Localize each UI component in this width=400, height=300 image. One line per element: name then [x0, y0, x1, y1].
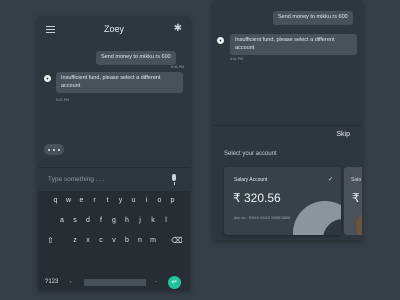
- key-v[interactable]: v: [108, 234, 121, 248]
- key-e[interactable]: e: [75, 194, 88, 208]
- key-a[interactable]: a: [56, 214, 69, 228]
- key-y[interactable]: y: [114, 194, 127, 208]
- key-d[interactable]: d: [82, 214, 95, 228]
- key-z[interactable]: z: [69, 234, 82, 248]
- key-q[interactable]: q: [49, 194, 62, 208]
- key-n[interactable]: n: [134, 234, 147, 248]
- skip-button[interactable]: Skip: [336, 131, 350, 138]
- bot-message-line: account: [235, 44, 255, 51]
- key-w[interactable]: w: [62, 194, 75, 208]
- enter-arrow-icon[interactable]: ↵: [168, 276, 181, 289]
- bot-message-bubble: Insufficient fund, please select a diffe…: [56, 72, 183, 93]
- chat-screen: Zoey ✱ Send money to mikku rs 600 6:41 P…: [38, 16, 190, 290]
- card-title: Sala: [351, 177, 362, 183]
- symbols-key[interactable]: ?123: [45, 279, 58, 285]
- backspace-icon[interactable]: ⌫: [171, 236, 182, 245]
- chat-title: Zoey: [103, 24, 124, 34]
- bot-avatar-icon: ▼: [44, 75, 51, 82]
- keyboard-row-3: z x c v b n m: [38, 234, 190, 248]
- space-key[interactable]: [84, 279, 146, 286]
- shift-arrow-icon[interactable]: ⇧: [47, 236, 54, 245]
- divider: [213, 125, 362, 126]
- microphone-icon[interactable]: [172, 174, 176, 185]
- keyboard: q w e r t y u i o p a s d f g h j k l z …: [38, 191, 190, 290]
- user-message-bubble: Send money to mikku rs 600: [273, 11, 353, 25]
- typing-indicator: [44, 144, 64, 155]
- user-message-time: 6:41 PM: [171, 65, 185, 69]
- key-j[interactable]: j: [134, 214, 147, 228]
- bot-avatar-icon: ▼: [217, 37, 224, 44]
- card-balance: ₹: [352, 191, 360, 205]
- card-title: Salary Account: [234, 177, 268, 183]
- key-l[interactable]: l: [160, 214, 173, 228]
- card-balance: ₹ 320.56: [233, 191, 281, 205]
- card-decoration: [356, 211, 362, 235]
- key-g[interactable]: g: [108, 214, 121, 228]
- key-p[interactable]: p: [166, 194, 179, 208]
- key-f[interactable]: f: [95, 214, 108, 228]
- key-x[interactable]: x: [82, 234, 95, 248]
- bot-message-line: account: [61, 82, 81, 89]
- card-account-number: Acc no : XXXX XXXX XX65 5800: [234, 216, 290, 220]
- bot-message-time: 6:41 PM: [230, 57, 244, 61]
- key-i[interactable]: i: [140, 194, 153, 208]
- bot-message-time: 6:41 PM: [56, 98, 70, 102]
- key-c[interactable]: c: [95, 234, 108, 248]
- next-account-card[interactable]: Sala ₹: [344, 167, 362, 235]
- bot-message-bubble: Insufficient fund, please select a diffe…: [230, 34, 357, 55]
- key-m[interactable]: m: [147, 234, 160, 248]
- salary-account-card[interactable]: Salary Account ✓ ₹ 320.56 Acc no : XXXX …: [224, 167, 341, 235]
- select-account-label: Select your account: [224, 151, 277, 157]
- key-u[interactable]: u: [127, 194, 140, 208]
- bot-message-line: Insufficient fund, please select a diffe…: [235, 37, 335, 43]
- period-key[interactable]: .: [155, 278, 157, 284]
- key-b[interactable]: b: [121, 234, 134, 248]
- comma-key[interactable]: ,: [70, 278, 72, 284]
- gear-icon[interactable]: ✱: [174, 23, 182, 34]
- message-input[interactable]: Type something . . .: [48, 176, 105, 183]
- checkmark-icon: ✓: [327, 177, 333, 183]
- keyboard-row-1: q w e r t y u i o p: [38, 194, 190, 208]
- key-t[interactable]: t: [101, 194, 114, 208]
- chat-header: Zoey ✱: [38, 16, 190, 44]
- key-r[interactable]: r: [88, 194, 101, 208]
- account-select-screen: Send money to mikku rs 600 ▼ Insufficien…: [213, 0, 362, 240]
- key-k[interactable]: k: [147, 214, 160, 228]
- user-message-bubble: Send money to mikku rs 600: [96, 51, 176, 65]
- message-input-bar: Type something . . .: [38, 167, 190, 191]
- bot-message-line: Insufficient fund, please select a diffe…: [61, 75, 161, 81]
- key-s[interactable]: s: [69, 214, 82, 228]
- key-o[interactable]: o: [153, 194, 166, 208]
- keyboard-row-2: a s d f g h j k l: [38, 214, 190, 228]
- key-h[interactable]: h: [121, 214, 134, 228]
